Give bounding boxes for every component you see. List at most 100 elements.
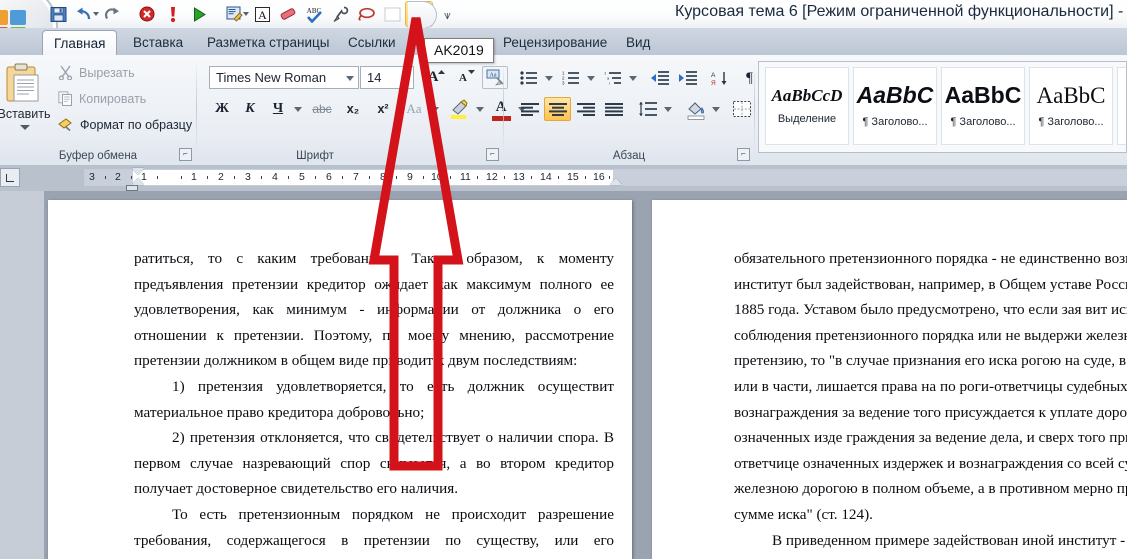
subscript-button[interactable]: x₂: [339, 97, 367, 121]
page-right-text: обязательного претензионного порядка - н…: [734, 246, 1127, 553]
numbering-button[interactable]: 1 2 3: [558, 66, 584, 90]
increase-indent-icon: [678, 71, 697, 85]
pen-icon[interactable]: [327, 2, 353, 26]
font-dialog-launcher[interactable]: ⌐: [486, 148, 499, 161]
bold-button[interactable]: Ж: [209, 97, 235, 121]
paste-dropdown-icon[interactable]: [20, 125, 30, 130]
exclamation-icon[interactable]: [160, 2, 186, 26]
ruler-label-5: 5: [299, 171, 305, 183]
format-painter-button[interactable]: Формат по образцу: [58, 117, 192, 132]
multilevel-dropdown-icon[interactable]: [626, 66, 639, 90]
svg-text:А: А: [711, 72, 716, 79]
line-spacing-dropdown-icon[interactable]: [661, 97, 674, 121]
copy-button[interactable]: Копировать: [58, 91, 146, 106]
first-line-indent-marker[interactable]: [132, 168, 144, 175]
italic-button[interactable]: К: [237, 97, 263, 121]
increase-indent-button[interactable]: [674, 66, 701, 90]
undo-icon[interactable]: [71, 2, 97, 26]
blank-icon[interactable]: [379, 2, 405, 26]
tab-stop-selector[interactable]: [0, 168, 20, 187]
style-item-heading-1[interactable]: AaBbC ¶ Заголово...: [853, 67, 937, 145]
tab-insert[interactable]: Вставка: [122, 30, 194, 55]
align-left-button[interactable]: [516, 97, 543, 121]
align-justify-button[interactable]: [600, 97, 627, 121]
style-sample: A: [1119, 84, 1126, 107]
underline-dropdown-icon[interactable]: [291, 97, 305, 121]
svg-text:Я: Я: [711, 80, 716, 86]
style-sample: AaBbC: [1036, 84, 1106, 107]
tab-review[interactable]: Рецензирование: [492, 30, 618, 55]
save-icon[interactable]: [45, 2, 71, 26]
sort-button[interactable]: А Я: [706, 66, 733, 90]
highlight-color-button[interactable]: [445, 97, 473, 123]
decrease-indent-button[interactable]: [646, 66, 673, 90]
style-item-heading-4[interactable]: A ¶: [1117, 67, 1126, 145]
shading-dropdown-icon[interactable]: [709, 97, 722, 121]
align-right-icon: [576, 102, 595, 116]
align-center-button[interactable]: [544, 97, 571, 121]
change-case-dropdown-icon[interactable]: [428, 97, 442, 121]
tab-references[interactable]: Ссылки: [337, 30, 407, 55]
lasso-icon[interactable]: [353, 2, 379, 26]
tab-home[interactable]: Главная: [42, 30, 118, 57]
borders-button[interactable]: [728, 97, 755, 121]
eraser-icon[interactable]: [275, 2, 301, 26]
paragraph-group-label: Абзац: [612, 150, 646, 162]
spellcheck-icon[interactable]: ABC: [301, 2, 327, 26]
strikethrough-button[interactable]: abc: [307, 97, 337, 121]
style-item-vydelenie[interactable]: AaBbCcD Выделение: [765, 67, 849, 145]
multilevel-list-icon: 1 a i: [604, 71, 621, 85]
ruler-label-7: 7: [353, 171, 359, 183]
cut-button[interactable]: Вырезать: [58, 65, 135, 80]
superscript-button[interactable]: x²: [369, 97, 397, 121]
font-name-input[interactable]: Times New Roman: [209, 66, 359, 89]
font-size-input[interactable]: 14: [360, 66, 414, 89]
style-name: ¶ Заголово...: [1038, 116, 1104, 128]
shading-button[interactable]: [682, 97, 709, 123]
ruler-label-10: 10: [431, 171, 443, 183]
paragraph: обязательного претензионного порядка - н…: [734, 250, 1127, 523]
tab-view[interactable]: Вид: [615, 30, 661, 55]
redo-icon[interactable]: [99, 2, 125, 26]
ruler-label-12: 12: [486, 171, 498, 183]
ruler-label-1: 1: [191, 171, 197, 183]
style-item-heading-3[interactable]: AaBbC ¶ Заголово...: [1029, 67, 1113, 145]
numbered-list-icon: 1 2 3: [562, 71, 579, 86]
paragraph-dialog-launcher[interactable]: ⌐: [737, 148, 750, 161]
svg-text:3: 3: [562, 81, 565, 86]
multilevel-list-button[interactable]: 1 a i: [600, 66, 626, 90]
clear-formatting-icon: Aa: [486, 69, 504, 86]
style-item-heading-2[interactable]: AaBbC ¶ Заголово...: [941, 67, 1025, 145]
hanging-indent-marker[interactable]: [132, 178, 144, 185]
underline-button[interactable]: Ч: [265, 97, 291, 121]
align-right-button[interactable]: [572, 97, 599, 121]
style-name: ¶ Заголово...: [862, 116, 928, 128]
align-center-icon: [548, 102, 567, 116]
ruler-label-3: 3: [245, 171, 251, 183]
grow-font-button[interactable]: A: [419, 66, 447, 89]
right-indent-marker[interactable]: [610, 178, 622, 185]
shrink-font-button[interactable]: A: [449, 66, 477, 89]
ruler-label-16: 16: [593, 171, 605, 183]
macro-icon[interactable]: [221, 2, 247, 26]
stop-icon[interactable]: [134, 2, 160, 26]
quick-access-toolbar: A ABC: [36, 0, 433, 28]
bullets-dropdown-icon[interactable]: [542, 66, 555, 90]
customize-quick-access-icon[interactable]: ⩛: [444, 8, 451, 23]
numbering-dropdown-icon[interactable]: [584, 66, 597, 90]
chevron-down-icon: [346, 76, 354, 81]
paste-icon[interactable]: [6, 63, 40, 103]
horizontal-ruler[interactable]: 3 2 1 1 2 3 4 5 6 7 8 9 10 11 12 13 14 1…: [84, 169, 1127, 186]
document-page-left[interactable]: ратиться, то с каким требованием. Таким …: [48, 200, 632, 559]
ruler-label-9: 9: [407, 171, 413, 183]
text-box-icon[interactable]: A: [249, 2, 275, 26]
document-page-right[interactable]: обязательного претензионного порядка - н…: [652, 200, 1127, 559]
bullets-button[interactable]: [516, 66, 542, 90]
highlight-dropdown-icon[interactable]: [473, 97, 487, 121]
change-case-button[interactable]: Aa: [400, 97, 428, 121]
play-icon[interactable]: [186, 2, 212, 26]
line-spacing-button[interactable]: [634, 97, 661, 121]
svg-text:A: A: [258, 8, 267, 22]
tab-page-layout[interactable]: Разметка страницы: [196, 30, 340, 55]
style-sample: AaBbCcD: [771, 87, 843, 104]
